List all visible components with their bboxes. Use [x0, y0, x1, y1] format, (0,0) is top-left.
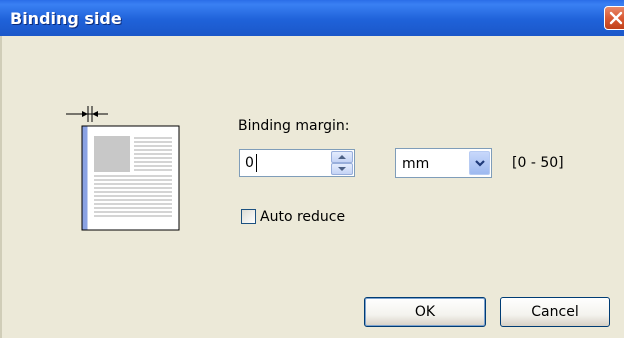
- dialog-left-border: [0, 36, 2, 338]
- binding-margin-value[interactable]: 0: [245, 155, 254, 171]
- unit-dropdown-button[interactable]: [469, 151, 490, 175]
- cancel-button[interactable]: Cancel: [500, 297, 610, 327]
- title-bar[interactable]: Binding side: [0, 0, 624, 36]
- chevron-down-icon: [475, 160, 485, 167]
- ok-button[interactable]: OK: [364, 297, 486, 327]
- close-icon: [609, 11, 623, 25]
- unit-select-value: mm: [402, 156, 430, 172]
- auto-reduce-checkbox[interactable]: [241, 209, 256, 224]
- close-button[interactable]: [604, 6, 624, 30]
- auto-reduce-label[interactable]: Auto reduce: [260, 209, 345, 225]
- spin-up-button[interactable]: [331, 151, 353, 163]
- range-hint: [0 - 50]: [512, 155, 564, 171]
- spin-down-button[interactable]: [331, 163, 353, 175]
- binding-margin-label: Binding margin:: [238, 118, 350, 134]
- window-title: Binding side: [10, 9, 122, 28]
- unit-select[interactable]: mm: [395, 148, 492, 178]
- binding-preview-icon: [66, 106, 180, 231]
- spin-down-icon: [338, 167, 346, 171]
- spin-up-icon: [338, 155, 346, 159]
- text-caret: [256, 154, 257, 172]
- binding-margin-spinner[interactable]: 0: [239, 149, 355, 177]
